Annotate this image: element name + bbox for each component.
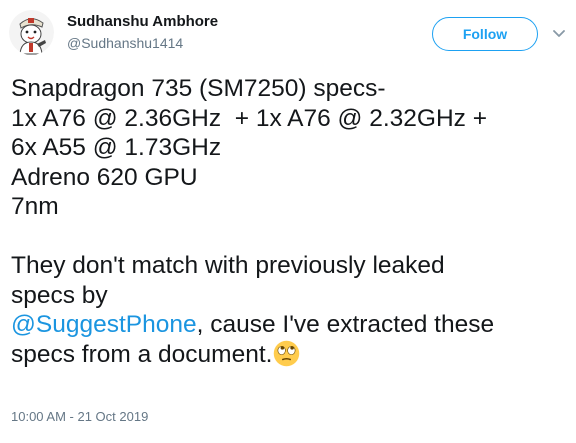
tweet-card: Sudhanshu Ambhore @Sudhanshu1414 Follow … <box>0 0 576 443</box>
tweet-line: They don't match with previously leaked <box>11 252 445 279</box>
mention-link[interactable]: @SuggestPhone <box>11 311 197 338</box>
author-name[interactable]: Sudhanshu Ambhore <box>67 13 218 30</box>
chevron-down-icon[interactable] <box>553 26 565 37</box>
cartoon-avatar-icon <box>9 10 54 55</box>
tweet-text: Snapdragon 735 (SM7250) specs- 1x A76 @ … <box>11 74 571 369</box>
face-with-rolling-eyes-icon <box>273 340 300 367</box>
tweet-line: Snapdragon 735 (SM7250) specs- <box>11 75 386 102</box>
tweet-line: Adreno 620 GPU <box>11 163 198 191</box>
tweet-line: specs by <box>11 281 108 309</box>
tweet-text-segment: specs from a document. <box>11 340 273 368</box>
tweet-line: 1x A76 @ 2.36GHz + 1x A76 @ 2.32GHz + <box>11 104 488 132</box>
avatar[interactable] <box>9 10 54 55</box>
tweet-line-last: specs from a document. <box>11 340 571 370</box>
follow-button[interactable]: Follow <box>432 17 538 51</box>
timestamp[interactable]: 10:00 AM - 21 Oct 2019 <box>11 409 148 424</box>
tweet-text-segment: , cause I've extracted these <box>196 311 495 338</box>
tweet-line: 7nm <box>11 193 59 220</box>
author-handle[interactable]: @Sudhanshu1414 <box>67 35 183 51</box>
tweet-line-mention: @SuggestPhone, cause I've extracted thes… <box>11 310 571 340</box>
tweet-line: 6x A55 @ 1.73GHz <box>11 134 222 161</box>
